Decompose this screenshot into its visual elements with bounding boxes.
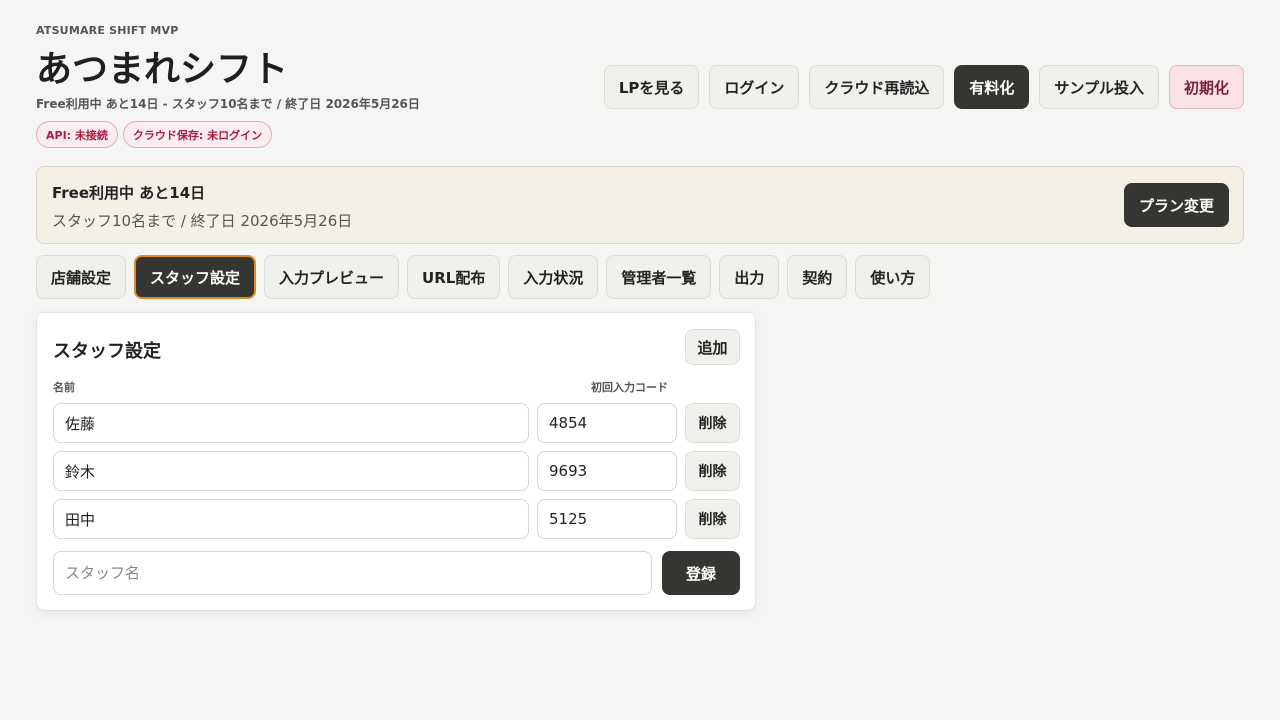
name-column-header: 名前 [53,381,75,394]
tab-input-status[interactable]: 入力状況 [508,255,599,299]
cloud-save-status-badge: クラウド保存: 未ログイン [122,121,273,148]
login-button[interactable]: ログイン [709,65,800,109]
new-staff-name-input[interactable] [53,551,652,595]
tab-how-to-use[interactable]: 使い方 [855,255,931,299]
header-actions: LPを見る ログイン クラウド再読込 有料化 サンプル投入 初期化 [603,65,1244,109]
tab-admin-list[interactable]: 管理者一覧 [606,255,712,299]
panel-title: スタッフ設定 [53,341,161,362]
reset-button[interactable]: 初期化 [1168,65,1244,109]
tab-output[interactable]: 出力 [719,255,780,299]
upgrade-button[interactable]: 有料化 [954,65,1030,109]
cloud-reload-button[interactable]: クラウド再読込 [809,65,945,109]
add-staff-button[interactable]: 追加 [685,329,740,365]
change-plan-button[interactable]: プラン変更 [1123,183,1229,227]
app-kicker: ATSUMARE SHIFT MVP [36,24,179,37]
view-lp-button[interactable]: LPを見る [603,65,700,109]
app-title: あつまれシフト [36,49,289,90]
staff-name-field[interactable]: 佐藤 [53,403,529,443]
staff-code-field[interactable]: 4854 [537,403,677,443]
delete-staff-button[interactable]: 削除 [685,403,740,443]
tab-contract[interactable]: 契約 [787,255,848,299]
staff-row: 佐藤 4854 削除 [53,403,740,443]
tab-store-settings[interactable]: 店舗設定 [36,255,127,299]
staff-settings-panel: スタッフ設定 追加 名前 初回入力コード 佐藤 4854 削除 鈴木 9693 … [36,312,756,611]
plan-banner-title: Free利用中 あと14日 [52,184,206,202]
staff-row: 田中 5125 削除 [53,499,740,539]
plan-summary: Free利用中 あと14日 - スタッフ10名まで / 終了日 2026年5月2… [36,97,420,111]
api-status-badge: API: 未接続 [36,121,118,148]
staff-code-field[interactable]: 9693 [537,451,677,491]
delete-staff-button[interactable]: 削除 [685,499,740,539]
load-sample-button[interactable]: サンプル投入 [1039,65,1159,109]
staff-name-field[interactable]: 田中 [53,499,529,539]
tab-url-distribution[interactable]: URL配布 [407,255,501,299]
main-tabs: 店舗設定 スタッフ設定 入力プレビュー URL配布 入力状況 管理者一覧 出力 … [36,255,931,299]
staff-row: 鈴木 9693 削除 [53,451,740,491]
plan-banner: Free利用中 あと14日 スタッフ10名まで / 終了日 2026年5月26日… [36,166,1244,244]
staff-code-field[interactable]: 5125 [537,499,677,539]
register-staff-button[interactable]: 登録 [662,551,740,595]
plan-banner-subtitle: スタッフ10名まで / 終了日 2026年5月26日 [52,212,353,230]
staff-name-field[interactable]: 鈴木 [53,451,529,491]
delete-staff-button[interactable]: 削除 [685,451,740,491]
status-badges: API: 未接続 クラウド保存: 未ログイン [36,121,273,148]
code-column-header: 初回入力コード [591,381,668,394]
tab-staff-settings[interactable]: スタッフ設定 [134,255,257,299]
tab-input-preview[interactable]: 入力プレビュー [264,255,400,299]
